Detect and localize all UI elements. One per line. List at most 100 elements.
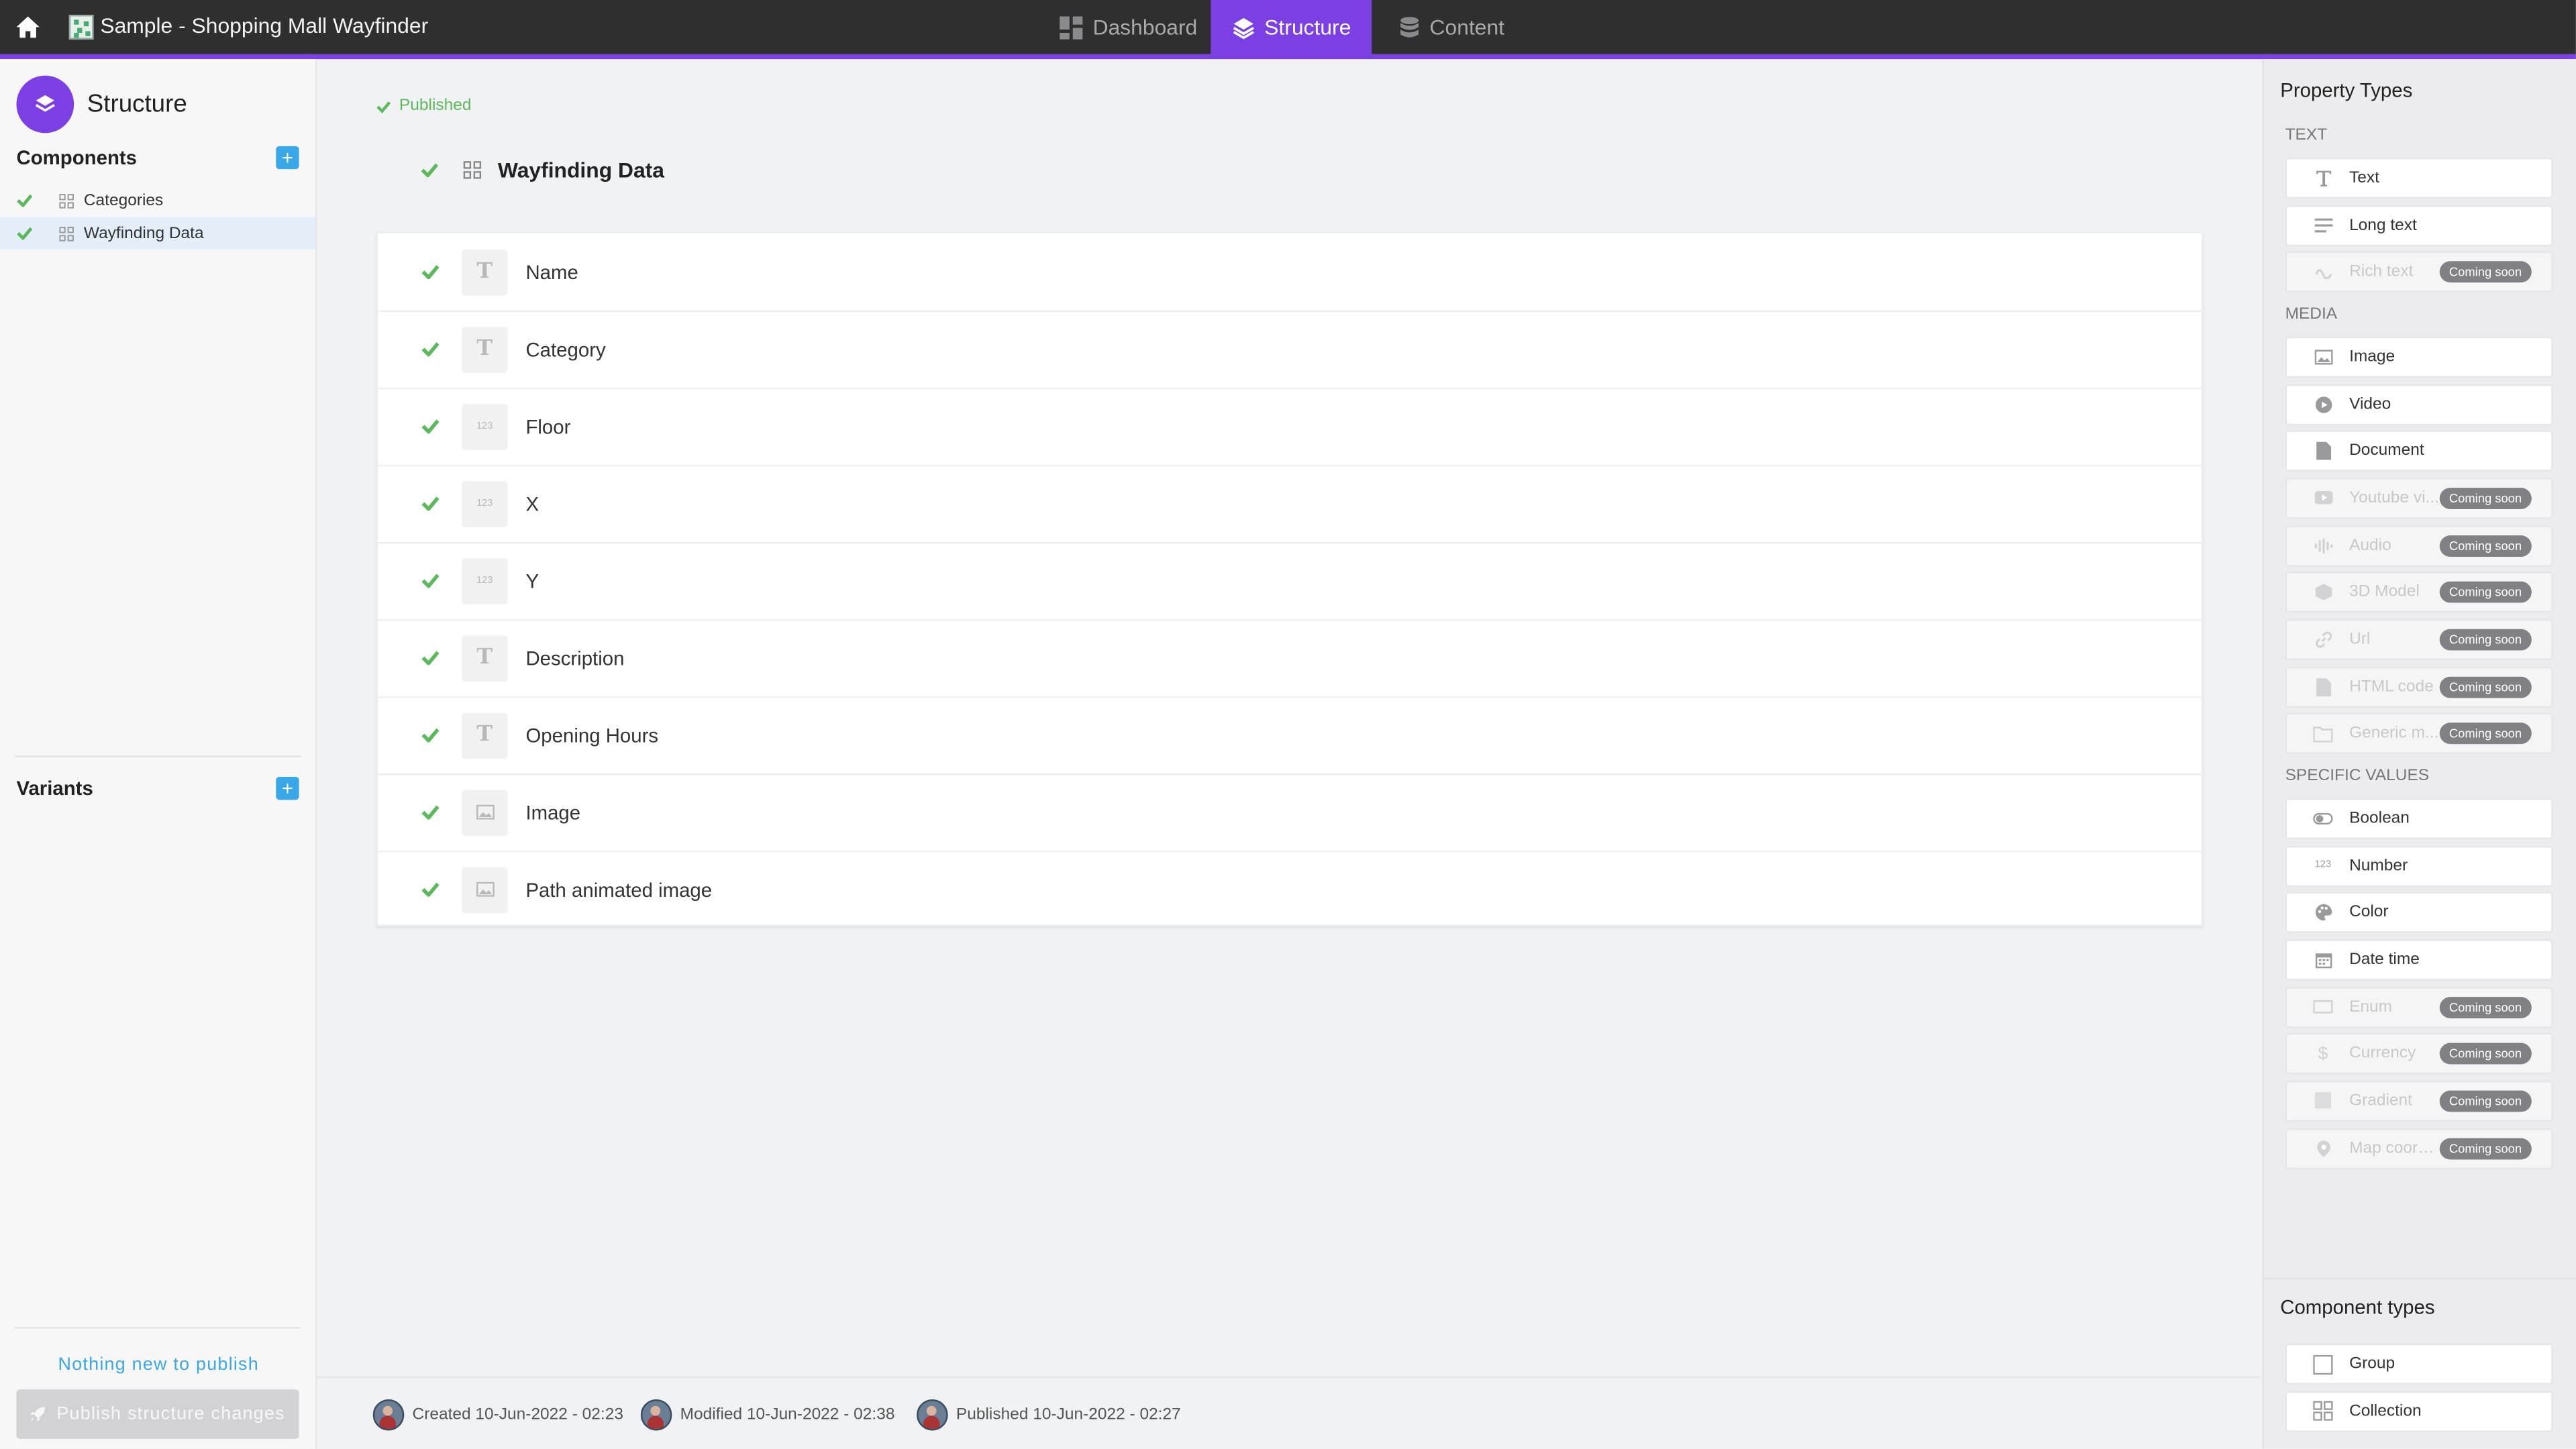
video-icon bbox=[2312, 395, 2334, 413]
property-type-enum[interactable]: Enum Coming soon bbox=[2285, 986, 2553, 1028]
property-type-label: Text bbox=[2349, 169, 2379, 188]
add-component-button[interactable]: + bbox=[276, 146, 299, 170]
property-type-label: Generic m... bbox=[2349, 724, 2439, 743]
sidebar-divider bbox=[15, 1327, 301, 1329]
property-type-url[interactable]: Url Coming soon bbox=[2285, 619, 2553, 660]
field-row[interactable]: Path animated image bbox=[378, 851, 2202, 928]
avatar bbox=[917, 1399, 948, 1431]
property-type-label: Youtube vi... bbox=[2349, 489, 2439, 508]
property-types-title: Property Types bbox=[2280, 78, 2413, 102]
app-logo-icon bbox=[68, 15, 94, 40]
field-row[interactable]: T Description bbox=[378, 619, 2202, 698]
field-row[interactable]: 123 X bbox=[378, 465, 2202, 544]
check-icon bbox=[17, 194, 33, 207]
publish-structure-button[interactable]: Publish structure changes bbox=[16, 1389, 299, 1439]
check-icon bbox=[421, 651, 440, 665]
calendar-icon bbox=[2312, 951, 2334, 969]
tab-content[interactable]: Content bbox=[1375, 0, 1529, 54]
field-name: Opening Hours bbox=[525, 723, 659, 747]
audio-icon bbox=[2312, 538, 2334, 553]
check-icon bbox=[421, 419, 440, 434]
sidebar-item-categories[interactable]: Categories bbox=[0, 184, 315, 217]
property-type-document[interactable]: Document bbox=[2285, 431, 2553, 472]
property-type-date-time[interactable]: Date time bbox=[2285, 939, 2553, 981]
property-type-currency[interactable]: $ Currency Coming soon bbox=[2285, 1033, 2553, 1075]
property-type-html-code[interactable]: HTML code Coming soon bbox=[2285, 665, 2553, 708]
property-type-image[interactable]: Image bbox=[2285, 336, 2553, 378]
tab-dashboard[interactable]: Dashboard bbox=[1048, 0, 1209, 54]
sidebar-item-wayfinding-data[interactable]: Wayfinding Data bbox=[0, 217, 316, 250]
field-row[interactable]: Image bbox=[378, 773, 2202, 853]
property-type-label: Currency bbox=[2349, 1044, 2416, 1063]
coming-soon-badge: Coming soon bbox=[2439, 582, 2532, 604]
component-types-title: Component types bbox=[2280, 1295, 2435, 1319]
collection-icon bbox=[2312, 1401, 2334, 1421]
tab-structure[interactable]: Structure bbox=[1210, 0, 1372, 54]
field-row[interactable]: T Category bbox=[378, 311, 2202, 390]
property-type-map-coord[interactable]: Map coord... Coming soon bbox=[2285, 1127, 2553, 1169]
field-name: Name bbox=[525, 260, 578, 284]
app-title: Sample - Shopping Mall Wayfinder bbox=[100, 13, 429, 38]
created-text: Created 10-Jun-2022 - 02:23 bbox=[412, 1405, 623, 1424]
property-type-video[interactable]: Video bbox=[2285, 384, 2553, 425]
property-type-label: Gradient bbox=[2349, 1091, 2412, 1110]
image-icon bbox=[2312, 350, 2334, 365]
coming-soon-badge: Coming soon bbox=[2439, 722, 2532, 745]
top-bar-accent bbox=[0, 54, 2576, 60]
text-icon bbox=[2312, 169, 2334, 187]
property-type-3d-model[interactable]: 3D Model Coming soon bbox=[2285, 572, 2553, 613]
property-type-label: Url bbox=[2349, 630, 2371, 649]
text-type-icon: T bbox=[461, 248, 508, 295]
property-type-number[interactable]: 123 Number bbox=[2285, 845, 2553, 887]
group-icon bbox=[2312, 1354, 2334, 1375]
field-row[interactable]: T Name bbox=[378, 233, 2202, 313]
modified-info: Modified 10-Jun-2022 - 02:38 bbox=[640, 1399, 894, 1431]
number-type-icon: 123 bbox=[461, 403, 508, 449]
check-icon bbox=[421, 496, 440, 511]
property-type-label: HTML code bbox=[2349, 678, 2434, 696]
component-type-label: Group bbox=[2349, 1354, 2395, 1373]
check-icon bbox=[421, 574, 440, 588]
map-pin-icon bbox=[2312, 1139, 2334, 1157]
field-row[interactable]: 123 Floor bbox=[378, 388, 2202, 467]
field-name: Image bbox=[525, 800, 581, 824]
coming-soon-badge: Coming soon bbox=[2439, 262, 2532, 283]
sidebar-item-label: Categories bbox=[83, 191, 164, 210]
property-type-color[interactable]: Color bbox=[2285, 892, 2553, 934]
tab-dashboard-label: Dashboard bbox=[1092, 15, 1198, 40]
component-type-group[interactable]: Group bbox=[2285, 1343, 2553, 1385]
fields-list: T Name T Category 123 Floor 123 X 123 Y T Descripti… bbox=[376, 231, 2204, 926]
published-info: Published 10-Jun-2022 - 02:27 bbox=[917, 1399, 1181, 1431]
property-type-rich-text[interactable]: Rich text Coming soon bbox=[2285, 252, 2553, 293]
image-type-icon bbox=[461, 866, 508, 913]
gradient-icon bbox=[2312, 1093, 2334, 1110]
property-type-label: Color bbox=[2349, 904, 2389, 922]
coming-soon-badge: Coming soon bbox=[2439, 535, 2532, 556]
section-media-label: MEDIA bbox=[2285, 305, 2338, 324]
field-row[interactable]: T Opening Hours bbox=[378, 696, 2202, 775]
status-text: Published bbox=[399, 97, 472, 115]
panel-divider bbox=[2262, 1277, 2576, 1280]
component-type-collection[interactable]: Collection bbox=[2285, 1390, 2553, 1432]
field-name: Path animated image bbox=[525, 877, 713, 901]
structure-badge bbox=[16, 75, 74, 133]
home-icon bbox=[16, 16, 40, 38]
text-type-icon: T bbox=[461, 712, 508, 758]
home-button[interactable] bbox=[0, 0, 56, 54]
property-type-label: Video bbox=[2349, 395, 2391, 414]
property-type-youtube-vi[interactable]: Youtube vi... Coming soon bbox=[2285, 478, 2553, 519]
property-type-long-text[interactable]: Long text bbox=[2285, 205, 2553, 246]
component-grid-icon bbox=[59, 193, 74, 208]
add-variant-button[interactable]: + bbox=[276, 777, 299, 800]
property-type-generic-m[interactable]: Generic m... Coming soon bbox=[2285, 713, 2553, 755]
property-type-audio[interactable]: Audio Coming soon bbox=[2285, 525, 2553, 566]
component-header: Wayfinding Data bbox=[421, 158, 664, 182]
published-text: Published 10-Jun-2022 - 02:27 bbox=[956, 1405, 1181, 1424]
property-type-text[interactable]: Text bbox=[2285, 158, 2553, 199]
variants-heading: Variants bbox=[16, 777, 93, 800]
property-type-gradient[interactable]: Gradient Coming soon bbox=[2285, 1080, 2553, 1122]
property-type-boolean[interactable]: Boolean bbox=[2285, 798, 2553, 840]
rocket-icon bbox=[30, 1407, 46, 1422]
check-icon bbox=[17, 227, 33, 240]
field-row[interactable]: 123 Y bbox=[378, 542, 2202, 621]
